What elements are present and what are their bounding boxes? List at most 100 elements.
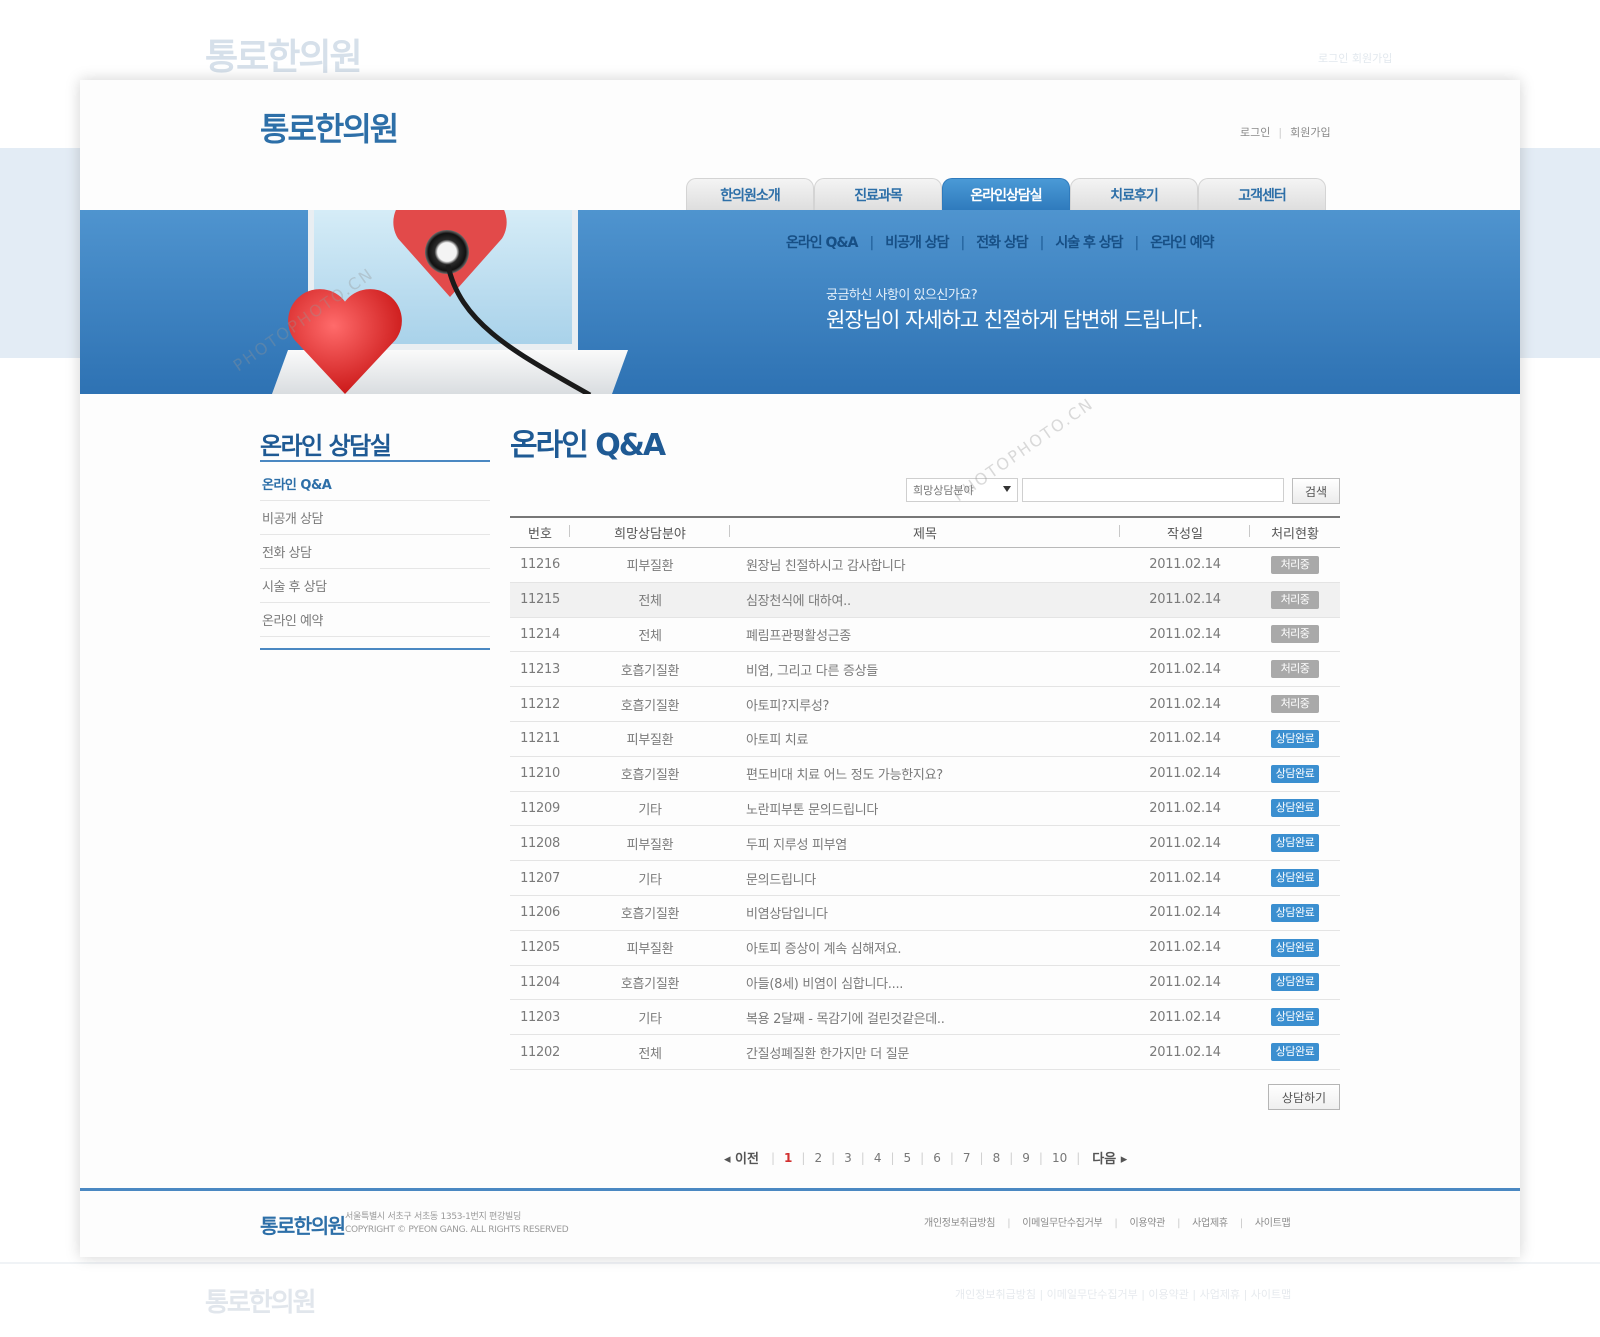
stethoscope-tube-icon (445, 265, 592, 394)
tab-reviews[interactable]: 치료후기 (1070, 178, 1198, 210)
row-status: 처리중 (1250, 625, 1340, 644)
table-row[interactable]: 11209 기타 노란피부톤 문의드립니다 2011.02.14 상담완료 (510, 792, 1340, 827)
row-category: 전체 (638, 594, 662, 610)
table-row[interactable]: 11203 기타 복용 2달째 - 목감기에 걸린것같은데.. 2011.02.14 상… (510, 1000, 1340, 1036)
footer-link-partnership[interactable]: 사업제휴 (1192, 1218, 1228, 1229)
consult-button[interactable]: 상담하기 (1268, 1084, 1340, 1110)
subnav-phone-consult[interactable]: 전화 상담 (976, 235, 1028, 251)
row-title-link[interactable]: 두피 지루성 피부염 (730, 834, 1120, 853)
ghost-top-links: 로그인 회원가입 (1318, 52, 1393, 65)
row-title-link[interactable]: 폐림프관평활성근종 (730, 625, 1120, 644)
row-title-link[interactable]: 노란피부톤 문의드립니다 (730, 799, 1120, 818)
row-number: 11204 (520, 974, 560, 990)
table-row[interactable]: 11202 전체 간질성폐질환 한가지만 더 질문 2011.02.14 상담완료 (510, 1035, 1340, 1070)
footer-logo: 통로한의원 (260, 1214, 346, 1238)
table-row[interactable]: 11205 피부질환 아토피 증상이 계속 심해져요. 2011.02.14 상담완료 (510, 931, 1340, 966)
table-row[interactable]: 11208 피부질환 두피 지루성 피부염 2011.02.14 상담완료 (510, 826, 1340, 862)
row-title-link[interactable]: 아토피 증상이 계속 심해져요. (730, 938, 1120, 957)
search-input[interactable] (1022, 478, 1284, 502)
main-nav: 한의원소개 진료과목 온라인상담실 치료후기 고객센터 (686, 178, 1326, 210)
row-status: 상담완료 (1250, 869, 1340, 888)
tab-clinic-intro[interactable]: 한의원소개 (686, 178, 814, 210)
table-row[interactable]: 11210 호흡기질환 편도비대 치료 어느 정도 가능한지요? 2011.02.14… (510, 757, 1340, 792)
footer-link-privacy[interactable]: 개인정보취급방침 (924, 1218, 996, 1229)
row-date: 2011.02.14 (1149, 592, 1221, 608)
page-link-10[interactable]: 10 (1043, 1151, 1076, 1165)
row-title-link[interactable]: 편도비대 치료 어느 정도 가능한지요? (730, 764, 1120, 783)
page-link-8[interactable]: 8 (984, 1151, 1010, 1165)
sidebar-item-after-care[interactable]: 시술 후 상담 (260, 569, 490, 603)
subnav-online-qa[interactable]: 온라인 Q&A (786, 235, 858, 251)
page-link-2[interactable]: 2 (805, 1151, 831, 1165)
sidebar-item-online-qa[interactable]: 온라인 Q&A (260, 467, 490, 501)
page-link-7[interactable]: 7 (954, 1151, 980, 1165)
search-button[interactable]: 검색 (1292, 478, 1340, 504)
footer-link-email-policy[interactable]: 이메일무단수집거부 (1022, 1218, 1102, 1229)
table-row[interactable]: 11216 피부질환 원장님 친절하시고 감사합니다 2011.02.14 처리중 (510, 548, 1340, 583)
status-badge: 처리중 (1271, 590, 1319, 609)
subnav-online-booking[interactable]: 온라인 예약 (1150, 235, 1214, 251)
tab-customer-center[interactable]: 고객센터 (1198, 178, 1326, 210)
column-header-title: 제목 (730, 523, 1120, 542)
next-page-link[interactable]: 다음 ▸ (1092, 1148, 1127, 1167)
row-title-link[interactable]: 비염, 그리고 다른 증상들 (730, 660, 1120, 679)
row-category: 전체 (638, 1046, 662, 1062)
row-status: 상담완료 (1250, 799, 1340, 818)
row-title-link[interactable]: 아토피?지루성? (730, 695, 1120, 714)
prev-page-link[interactable]: ◂ 이전 (724, 1148, 759, 1167)
row-title-link[interactable]: 심장천식에 대하여.. (730, 590, 1120, 609)
page-link-4[interactable]: 4 (865, 1151, 891, 1165)
row-number: 11209 (520, 800, 560, 816)
row-title-link[interactable]: 아토피 치료 (730, 729, 1120, 748)
signup-link[interactable]: 회원가입 (1290, 126, 1330, 139)
table-row[interactable]: 11214 전체 폐림프관평활성근종 2011.02.14 처리중 (510, 618, 1340, 653)
row-title-link[interactable]: 문의드립니다 (730, 869, 1120, 888)
subnav-private-consult[interactable]: 비공개 상담 (885, 235, 949, 251)
row-date: 2011.02.14 (1149, 835, 1221, 851)
row-title-link[interactable]: 비염상담입니다 (730, 903, 1120, 922)
row-status: 상담완료 (1250, 973, 1340, 992)
footer-link-sitemap[interactable]: 사이트맵 (1255, 1218, 1291, 1229)
table-row[interactable]: 11212 호흡기질환 아토피?지루성? 2011.02.14 처리중 (510, 687, 1340, 722)
footer-link-terms[interactable]: 이용약관 (1129, 1218, 1165, 1229)
row-date: 2011.02.14 (1149, 940, 1221, 956)
login-link[interactable]: 로그인 (1240, 126, 1270, 139)
sidebar-item-online-booking[interactable]: 온라인 예약 (260, 603, 490, 637)
row-date: 2011.02.14 (1149, 905, 1221, 921)
sidebar-item-phone-consult[interactable]: 전화 상담 (260, 535, 490, 569)
tab-treatments[interactable]: 진료과목 (814, 178, 942, 210)
table-row[interactable]: 11204 호흡기질환 아들(8세) 비염이 심합니다.... 2011.02.14 상… (510, 966, 1340, 1001)
page-link-6[interactable]: 6 (924, 1151, 950, 1165)
row-status: 처리중 (1250, 555, 1340, 574)
row-number: 11205 (520, 940, 560, 956)
row-number: 11208 (520, 835, 560, 851)
table-row[interactable]: 11211 피부질환 아토피 치료 2011.02.14 상담완료 (510, 722, 1340, 757)
page-link-5[interactable]: 5 (895, 1151, 921, 1165)
page-link-3[interactable]: 3 (835, 1151, 861, 1165)
row-category: 호흡기질환 (620, 698, 680, 714)
page-link-9[interactable]: 9 (1013, 1151, 1039, 1165)
page-card: 통로한의원 로그인 | 회원가입 한의원소개 진료과목 온라인상담실 치료후기 고객… (80, 80, 1520, 1257)
row-title-link[interactable]: 원장님 친절하시고 감사합니다 (730, 555, 1120, 574)
row-category: 피부질환 (626, 733, 674, 749)
column-header-number: 번호 (510, 523, 570, 542)
page-title: 온라인 Q&A (510, 428, 666, 463)
subnav-after-care[interactable]: 시술 후 상담 (1055, 235, 1123, 251)
status-badge: 상담완료 (1271, 764, 1319, 783)
row-date: 2011.02.14 (1149, 766, 1221, 782)
table-row[interactable]: 11207 기타 문의드립니다 2011.02.14 상담완료 (510, 861, 1340, 896)
table-row[interactable]: 11215 전체 심장천식에 대하여.. 2011.02.14 처리중 (510, 582, 1340, 618)
column-header-category: 희망상담분야 (570, 523, 730, 542)
row-number: 11202 (520, 1044, 560, 1060)
table-row[interactable]: 11206 호흡기질환 비염상담입니다 2011.02.14 상담완료 (510, 896, 1340, 931)
row-date: 2011.02.14 (1149, 731, 1221, 747)
site-logo[interactable]: 통로한의원 (260, 104, 399, 150)
row-status: 상담완료 (1250, 764, 1340, 783)
row-title-link[interactable]: 복용 2달째 - 목감기에 걸린것같은데.. (730, 1008, 1120, 1027)
table-row[interactable]: 11213 호흡기질환 비염, 그리고 다른 증상들 2011.02.14 처리중 (510, 652, 1340, 688)
row-title-link[interactable]: 간질성폐질환 한가지만 더 질문 (730, 1043, 1120, 1062)
sidebar-item-private-consult[interactable]: 비공개 상담 (260, 501, 490, 535)
row-title-link[interactable]: 아들(8세) 비염이 심합니다.... (730, 973, 1120, 992)
page-link-1[interactable]: 1 (775, 1151, 801, 1165)
tab-online-consult[interactable]: 온라인상담실 (942, 178, 1070, 210)
